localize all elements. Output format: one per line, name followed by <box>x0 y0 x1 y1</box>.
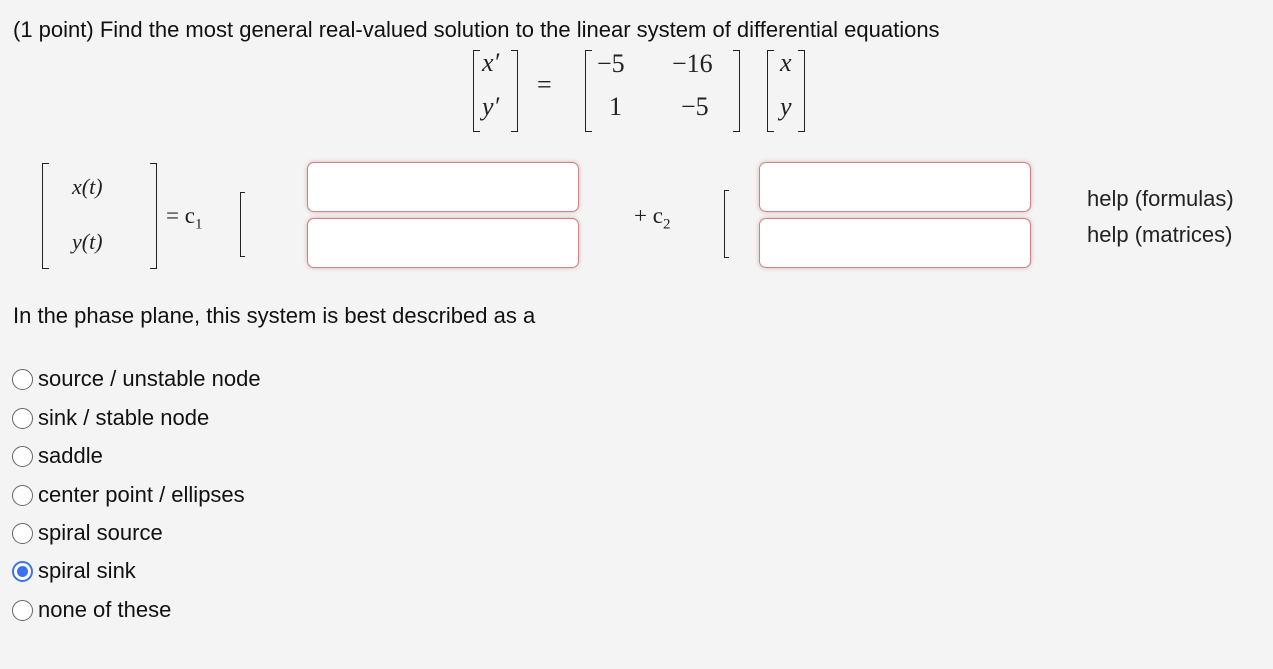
c2-left-bracket <box>724 190 729 258</box>
c2-subscript: 2 <box>662 216 671 233</box>
option-label: source / unstable node <box>38 366 261 391</box>
x-of-t: x(t) <box>72 174 103 199</box>
c2-vector-x-input[interactable] <box>759 162 1031 212</box>
matrix-a12: −16 <box>672 49 713 78</box>
vector-y: y <box>780 92 792 121</box>
matrix-a21: 1 <box>609 92 622 121</box>
help-formulas-link[interactable]: help (formulas) <box>1087 186 1234 212</box>
option-source-unstable-node[interactable]: source / unstable node <box>12 364 261 394</box>
matrix-a22: −5 <box>681 92 709 121</box>
radio-button-selected[interactable] <box>12 560 33 582</box>
radio-button[interactable] <box>12 484 33 506</box>
c1-subscript: 1 <box>194 216 203 233</box>
equals-c-text: = c <box>166 203 195 228</box>
option-center-point[interactable]: center point / ellipses <box>12 480 245 510</box>
option-spiral-source[interactable]: spiral source <box>12 518 163 548</box>
option-label: spiral source <box>38 520 163 545</box>
c1-left-bracket <box>240 192 245 257</box>
radio-button[interactable] <box>12 445 33 467</box>
y-of-t: y(t) <box>72 229 103 254</box>
option-spiral-sink[interactable]: spiral sink <box>12 556 136 586</box>
radio-button[interactable] <box>12 522 33 544</box>
matrix-left-bracket <box>585 50 592 132</box>
matrix-a11: −5 <box>597 49 625 78</box>
c1-vector-y-input[interactable] <box>307 218 579 268</box>
problem-prompt: (1 point) Find the most general real-val… <box>13 17 940 42</box>
lhs-left-bracket <box>473 50 480 132</box>
plus-c-text: + c <box>634 203 663 228</box>
option-label: none of these <box>38 597 172 622</box>
equals-sign: = <box>537 70 552 99</box>
help-matrices-link[interactable]: help (matrices) <box>1087 222 1232 248</box>
vector-right-bracket <box>798 50 805 132</box>
option-sink-stable-node[interactable]: sink / stable node <box>12 403 209 433</box>
lhs-right-bracket <box>511 50 518 132</box>
lhs-x-prime: x′ <box>482 48 500 77</box>
radio-button[interactable] <box>12 407 33 429</box>
vector-left-bracket <box>767 50 774 132</box>
solution-right-bracket <box>150 163 157 269</box>
option-label: center point / ellipses <box>38 482 245 507</box>
phase-plane-question: In the phase plane, this system is best … <box>13 303 536 328</box>
option-label: spiral sink <box>38 558 136 583</box>
c1-vector-x-input[interactable] <box>307 162 579 212</box>
radio-button[interactable] <box>12 599 33 621</box>
option-label: sink / stable node <box>38 405 210 430</box>
matrix-right-bracket <box>733 50 740 132</box>
plus-c2: + c2 <box>634 203 670 234</box>
c2-vector-y-input[interactable] <box>759 218 1031 268</box>
option-saddle[interactable]: saddle <box>12 441 103 471</box>
option-label: saddle <box>38 443 103 468</box>
option-none-of-these[interactable]: none of these <box>12 595 171 625</box>
radio-button[interactable] <box>12 368 33 390</box>
equals-c1: = c1 <box>166 203 202 234</box>
vector-x: x <box>780 48 792 77</box>
lhs-y-prime: y′ <box>482 92 500 121</box>
solution-left-bracket <box>42 163 49 269</box>
